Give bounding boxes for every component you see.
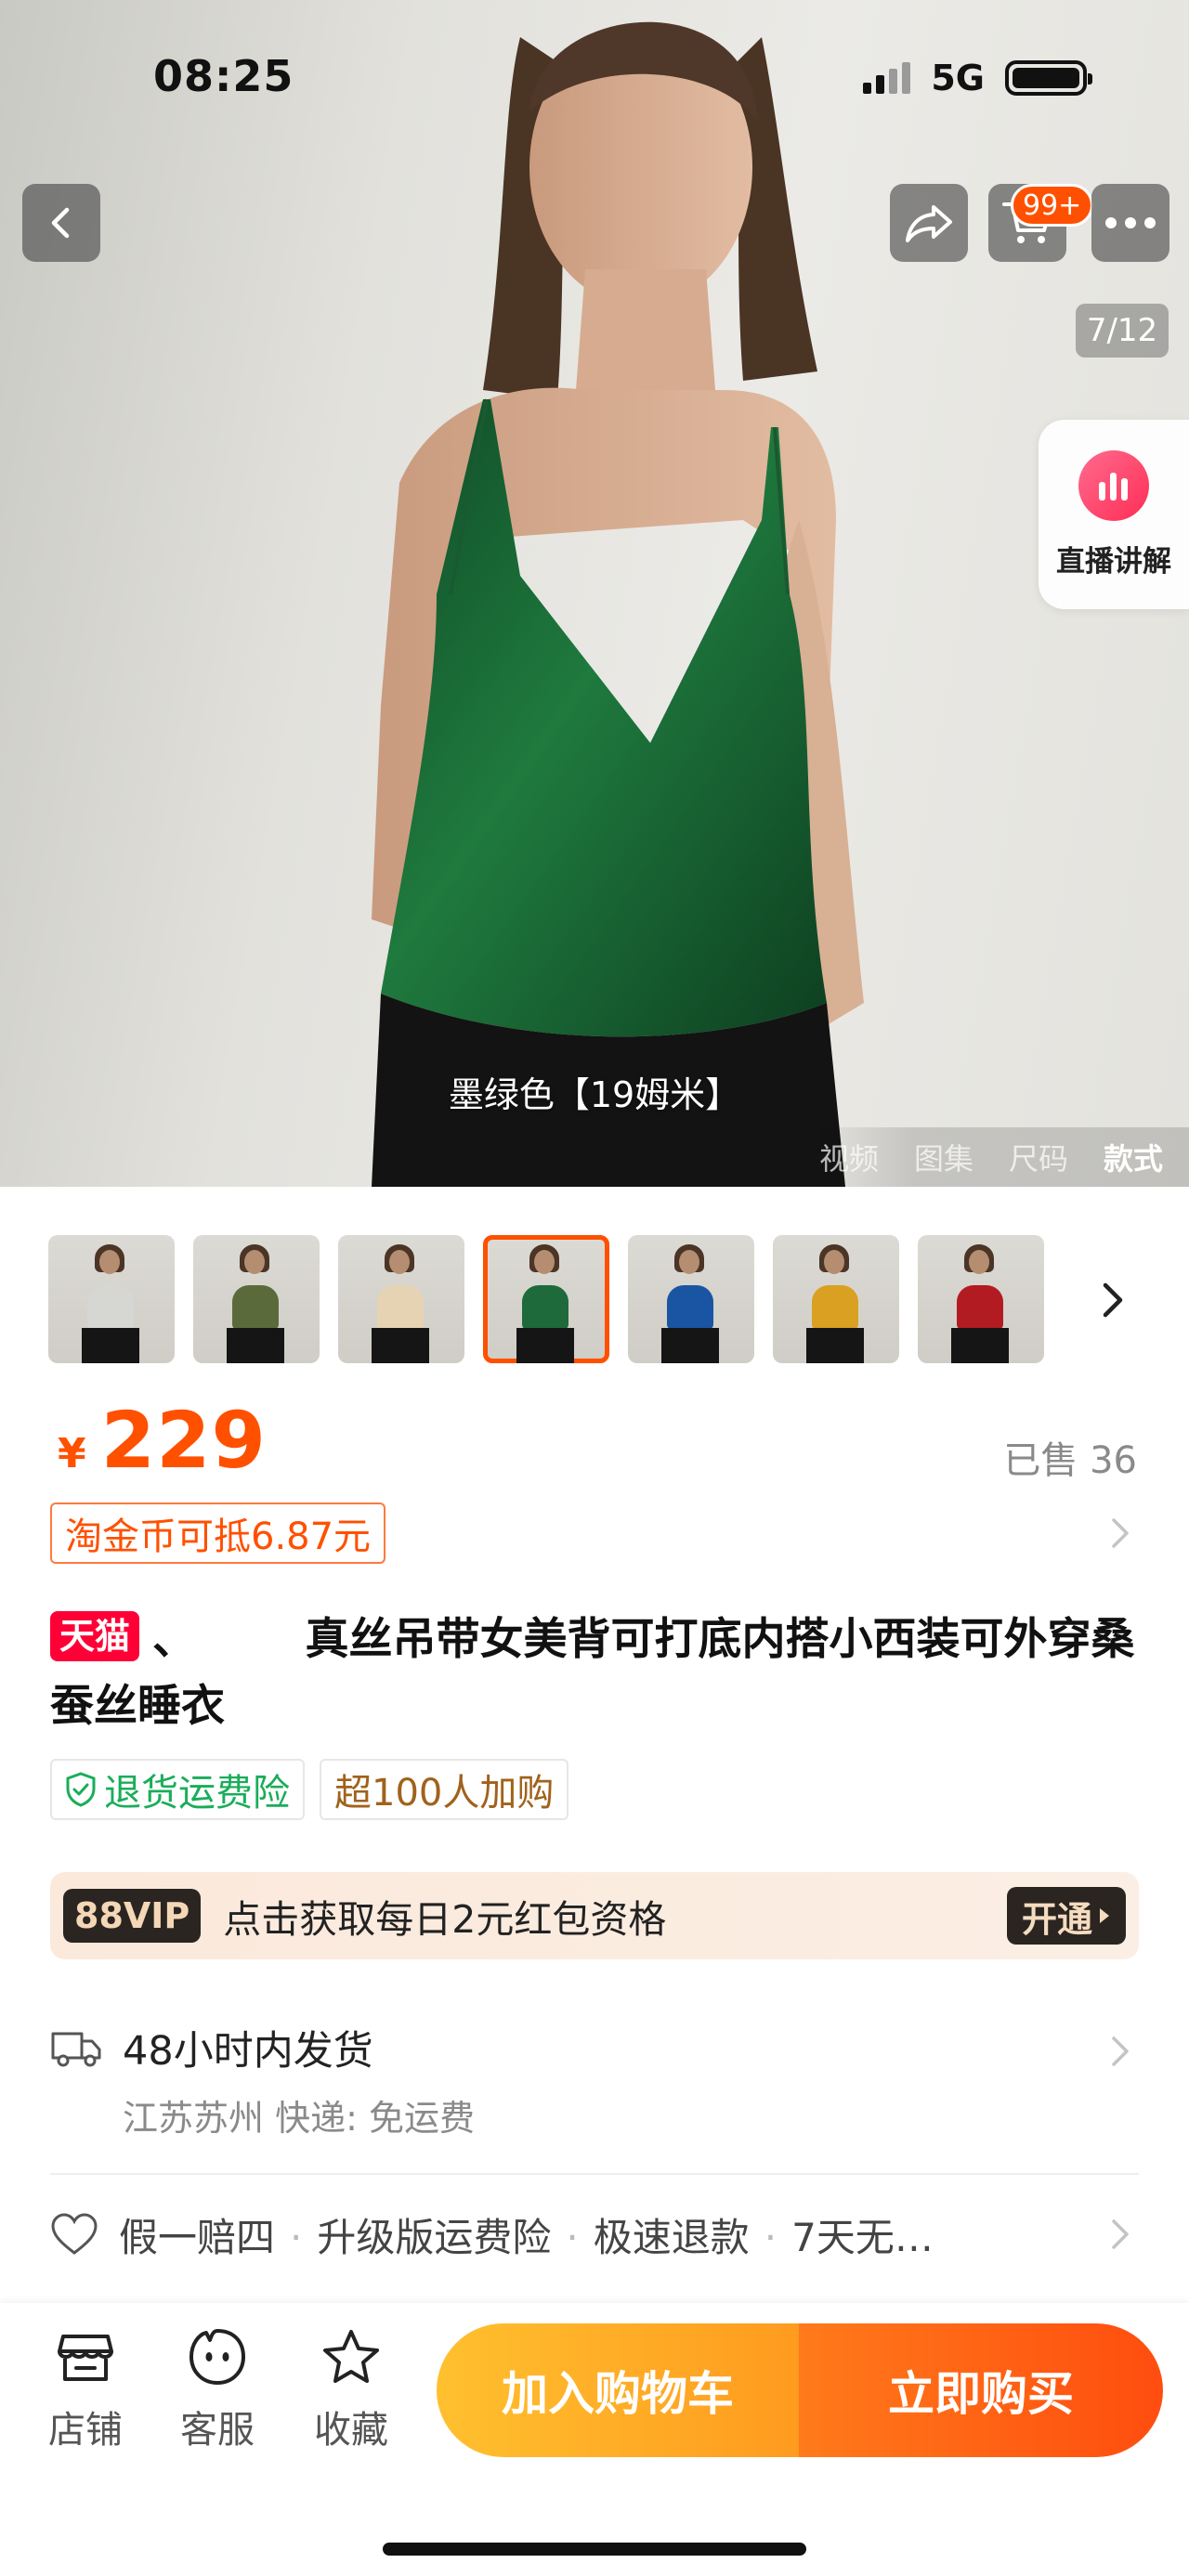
more-dots-icon xyxy=(1105,217,1156,228)
vip-open-label: 开通 xyxy=(1021,1898,1092,1940)
divider xyxy=(50,2173,1139,2175)
shipping-row[interactable]: 48小时内发货 江苏苏州 快递: 免运费 xyxy=(50,2015,1139,2145)
guarantee-list: 假一赔四 · 升级版运费险 · 极速退款 · 7天无… xyxy=(119,2214,934,2260)
service-tags: 退货运费险 超100人加购 xyxy=(50,1759,569,1820)
back-button[interactable] xyxy=(22,184,100,262)
favorite-label: 收藏 xyxy=(314,2409,388,2452)
variant-thumbnail[interactable] xyxy=(48,1235,175,1363)
service-face-icon xyxy=(189,2329,245,2385)
coin-offer-chevron[interactable] xyxy=(1102,1510,1139,1556)
variant-thumbnail[interactable] xyxy=(193,1235,320,1363)
product-photo xyxy=(372,21,864,1187)
chevron-right-icon xyxy=(1112,1518,1129,1548)
shipping-title: 48小时内发货 xyxy=(123,2028,373,2075)
shop-button[interactable]: 店铺 xyxy=(30,2327,141,2453)
sold-count: 已售 36 xyxy=(1003,1439,1137,1482)
shop-icon xyxy=(58,2335,113,2381)
variant-thumbnail[interactable] xyxy=(338,1235,464,1363)
vip-badge: 88VIP xyxy=(63,1889,202,1943)
product-title: 天猫、 真丝吊带女美背可打底内搭小西装可外穿桑蚕丝睡衣 xyxy=(50,1607,1146,1740)
price: ¥ 229 xyxy=(58,1395,267,1486)
variant-thumbnail[interactable] xyxy=(628,1235,754,1363)
product-title-text: 、 真丝吊带女美背可打底内搭小西装可外穿桑蚕丝睡衣 xyxy=(50,1614,1135,1732)
live-explain-button[interactable]: 直播讲解 xyxy=(1039,420,1189,609)
share-button[interactable] xyxy=(890,184,968,262)
chevron-right-icon xyxy=(1112,2219,1129,2249)
coin-offer-tag[interactable]: 淘金币可抵6.87元 xyxy=(50,1503,386,1564)
home-indicator xyxy=(383,2543,806,2556)
variant-thumbnail[interactable] xyxy=(918,1235,1044,1363)
purchase-buttons: 加入购物车 立即购买 xyxy=(437,2323,1163,2457)
battery-icon xyxy=(1005,60,1092,96)
triangle-right-icon xyxy=(1100,1908,1109,1923)
price-value: 229 xyxy=(100,1395,267,1486)
cart-count-badge: 99+ xyxy=(1011,184,1094,227)
add-to-cart-button[interactable]: 加入购物车 xyxy=(437,2323,799,2457)
customer-service-label: 客服 xyxy=(180,2409,255,2452)
delivery-truck-icon xyxy=(51,2032,101,2067)
thumbnails-next-button[interactable] xyxy=(1094,1272,1131,1328)
variant-thumbnail[interactable] xyxy=(483,1235,609,1363)
chevron-right-icon xyxy=(1112,2036,1129,2066)
status-time: 08:25 xyxy=(153,51,294,101)
tab-size[interactable]: 尺码 xyxy=(1009,1136,1068,1178)
chevron-left-icon xyxy=(51,207,70,239)
cart-popularity-tag: 超100人加购 xyxy=(320,1759,569,1820)
product-image-gallery[interactable]: 08:25 5G 99+ 7/12 直播讲解 墨绿色【19姆米】 视频 图集 尺… xyxy=(0,0,1189,1187)
buy-now-button[interactable]: 立即购买 xyxy=(799,2323,1163,2457)
heart-icon xyxy=(51,2213,98,2255)
customer-service-button[interactable]: 客服 xyxy=(162,2327,273,2453)
favorite-button[interactable]: 收藏 xyxy=(295,2327,407,2453)
status-indicators: 5G xyxy=(863,58,1092,98)
shipping-chevron xyxy=(1102,2028,1139,2075)
cart-popularity-label: 超100人加购 xyxy=(334,1772,555,1815)
variant-caption: 墨绿色【19姆米】 xyxy=(448,1074,741,1115)
guarantee-chevron xyxy=(1102,2211,1139,2257)
chevron-right-icon xyxy=(1103,1282,1123,1318)
guarantee-row[interactable]: 假一赔四 · 升级版运费险 · 极速退款 · 7天无… xyxy=(50,2201,1139,2268)
shield-check-icon xyxy=(66,1772,96,1807)
tab-style[interactable]: 款式 xyxy=(1104,1136,1163,1178)
price-currency: ¥ xyxy=(58,1430,86,1477)
variant-thumbnails xyxy=(48,1235,1141,1365)
share-icon xyxy=(906,205,952,242)
more-button[interactable] xyxy=(1091,184,1169,262)
shipping-subtitle: 江苏苏州 快递: 免运费 xyxy=(123,2098,475,2139)
return-insurance-label: 退货运费险 xyxy=(104,1772,290,1815)
variant-thumbnail[interactable] xyxy=(773,1235,899,1363)
media-tabs: 视频 图集 尺码 款式 xyxy=(799,1127,1189,1187)
live-stats-icon xyxy=(1078,449,1149,521)
tab-video[interactable]: 视频 xyxy=(819,1136,879,1178)
live-explain-label: 直播讲解 xyxy=(1056,544,1171,579)
tmall-badge: 天猫 xyxy=(50,1611,140,1661)
guarantee-item: 升级版运费险 xyxy=(317,2214,552,2260)
tab-gallery[interactable]: 图集 xyxy=(914,1136,973,1178)
guarantee-item: 极速退款 xyxy=(593,2214,750,2260)
network-type: 5G xyxy=(931,58,985,98)
guarantee-item: 7天无… xyxy=(791,2214,934,2260)
signal-icon xyxy=(863,62,911,94)
image-counter: 7/12 xyxy=(1076,304,1169,358)
guarantee-item: 假一赔四 xyxy=(119,2214,276,2260)
vip-banner[interactable]: 88VIP 点击获取每日2元红包资格 开通 xyxy=(50,1872,1139,1959)
vip-text: 点击获取每日2元红包资格 xyxy=(223,1897,667,1942)
star-icon xyxy=(323,2330,379,2383)
vip-open-button[interactable]: 开通 xyxy=(1006,1887,1126,1945)
bottom-action-bar: 店铺 客服 收藏 加入购物车 立即购买 xyxy=(0,2303,1189,2576)
return-insurance-tag[interactable]: 退货运费险 xyxy=(50,1759,305,1820)
shop-label: 店铺 xyxy=(48,2409,123,2452)
